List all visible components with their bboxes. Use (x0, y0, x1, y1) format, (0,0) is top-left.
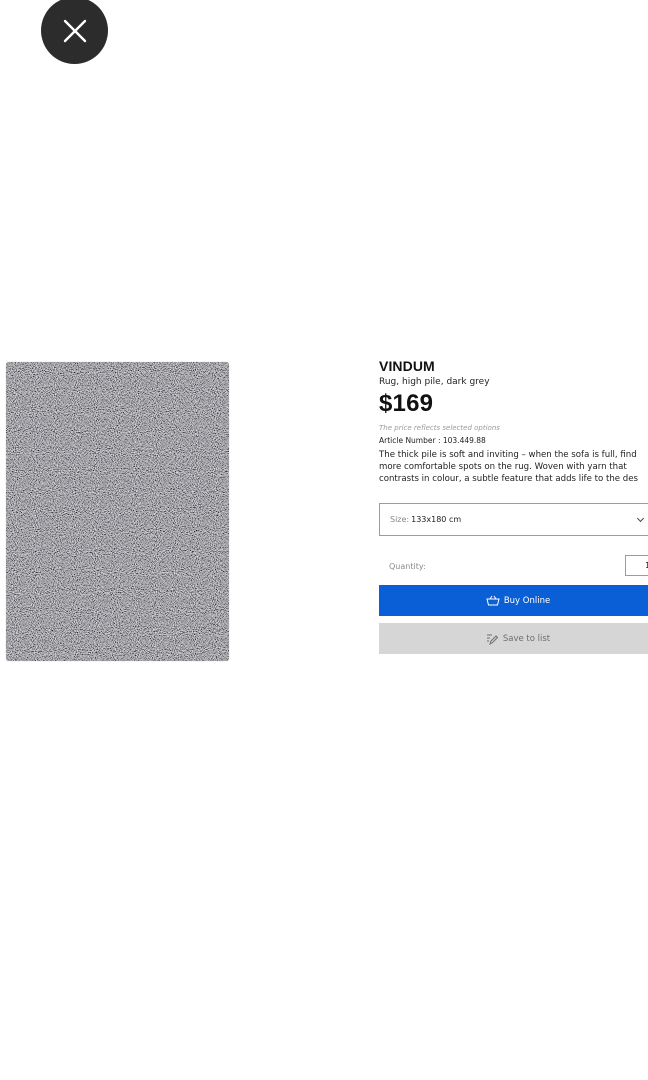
basket-icon (486, 595, 500, 606)
size-label: Size: (390, 515, 410, 524)
article-number: Article Number : 103.449.88 (379, 436, 486, 445)
buy-online-button[interactable]: Buy Online (379, 585, 648, 616)
product-info: VINDUM Rug, high pile, dark grey $169 Th… (379, 356, 648, 654)
description-line: contrasts in colour, a subtle feature th… (379, 474, 639, 484)
product-description: The thick pile is soft and inviting – wh… (379, 449, 648, 485)
close-icon (63, 19, 86, 42)
product-name: VINDUM (379, 358, 435, 374)
description-line: The thick pile is soft and inviting – wh… (379, 450, 637, 460)
product-short-description: Rug, high pile, dark grey (379, 377, 490, 387)
pencil-list-icon (486, 634, 498, 645)
save-to-list-button[interactable]: Save to list (379, 623, 648, 654)
buy-online-label: Buy Online (503, 595, 551, 606)
close-button[interactable] (41, 0, 108, 64)
chevron-down-icon (636, 514, 645, 523)
save-to-list-label: Save to list (502, 633, 551, 644)
price-note: The price reflects selected options (379, 424, 500, 432)
product-image (6, 362, 229, 661)
quantity-label: Quantity: (389, 562, 426, 571)
size-value: 133x180 cm (411, 515, 462, 524)
description-line: more comfortable spots on the rug. Woven… (379, 462, 627, 472)
quantity-input[interactable]: 1 (625, 555, 648, 576)
size-select[interactable]: Size: 133x180 cm (379, 503, 648, 536)
product-price: $169 (379, 390, 434, 417)
